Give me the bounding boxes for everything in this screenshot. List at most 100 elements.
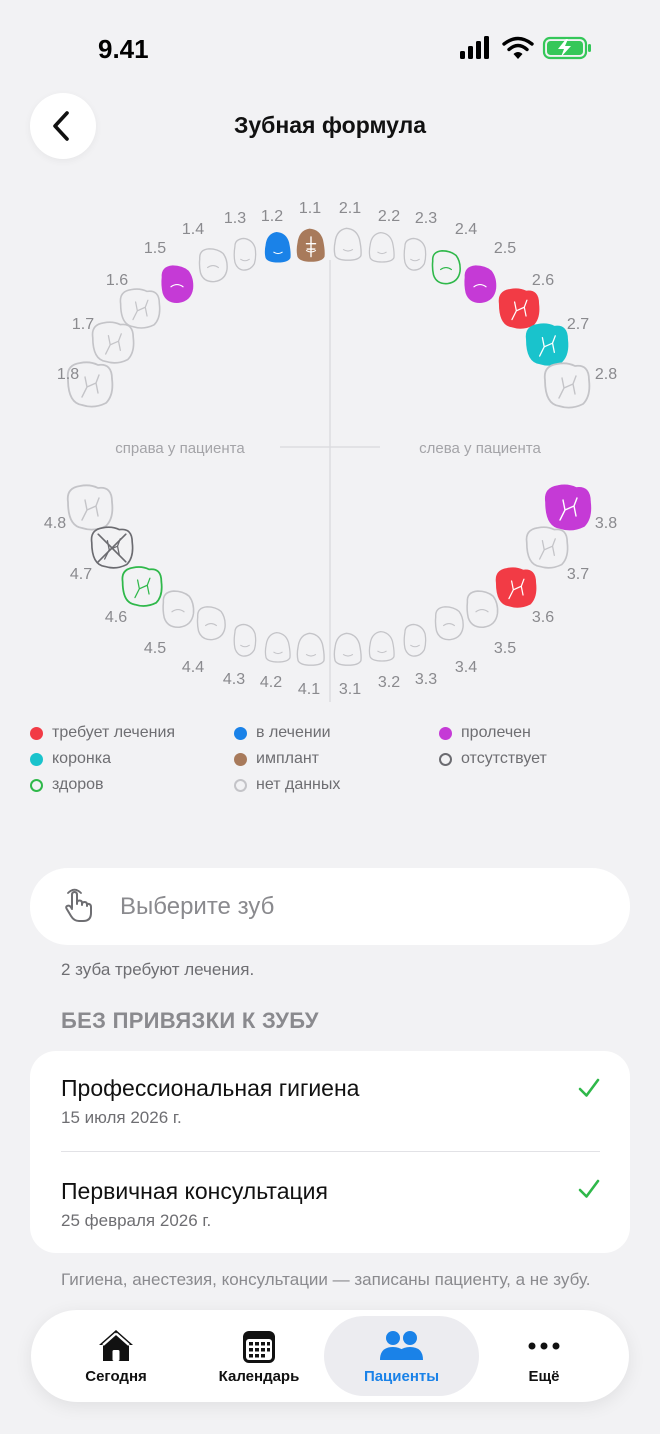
tooth-select-input[interactable] [120,868,600,945]
tooth-4-1[interactable] [296,632,325,666]
tab-today[interactable]: Сегодня [41,1316,191,1396]
tooth-3-8[interactable] [544,484,592,531]
tooth-3-7[interactable] [525,526,569,569]
tab-patients[interactable]: Пациенты [324,1316,479,1396]
legend-dot [439,726,452,740]
legend-dot [234,752,247,766]
tooth-4-6[interactable] [121,566,163,607]
tooth-number-label: 2.1 [339,200,361,217]
tooth-number-label: 3.5 [494,640,516,657]
legend-dot [30,752,43,766]
tooth-4-8[interactable] [66,484,114,531]
legend-item-needs-treatment: требует лечения [30,724,175,742]
treatment-hint: 2 зуба требуют лечения. [61,960,255,979]
section-header: БЕЗ ПРИВЯЗКИ К ЗУБУ [61,1008,319,1033]
tooth-number-label: 4.1 [298,681,320,698]
page-title: Зубная формула [233,112,427,138]
tooth-3-6[interactable] [495,567,537,608]
tooth-number-label: 3.7 [567,566,589,583]
tooth-4-5[interactable] [162,590,195,629]
tooth-1-2[interactable] [264,232,291,263]
tooth-3-5[interactable] [466,590,499,629]
tooth-2-3[interactable] [403,237,427,271]
tooth-number-label: 1.8 [57,366,79,383]
tooth-3-4[interactable] [434,606,464,641]
tooth-4-2[interactable] [264,631,291,663]
legend-item-treated: пролечен [439,724,531,742]
tooth-select-field[interactable] [30,868,630,945]
tooth-2-6[interactable] [498,288,540,329]
tooth-1-4[interactable] [198,248,228,283]
tooth-number-label: 2.4 [455,221,477,238]
tab-calendar[interactable]: Календарь [184,1316,334,1396]
tooth-4-3[interactable] [233,623,257,657]
tooth-number-label: 4.8 [44,515,66,532]
battery-charging-icon [542,36,591,60]
tooth-2-7[interactable] [525,323,569,366]
legend-item-healthy: здоров [30,776,104,794]
tooth-number-label: 1.1 [299,200,321,217]
tooth-2-4[interactable] [431,250,461,285]
tooth-number-label: 2.5 [494,240,516,257]
status-time: 9.41 [98,34,149,64]
house-icon [99,1330,133,1361]
legend-item-in-treatment: в лечении [234,724,331,742]
cellular-signal-icon [460,36,489,59]
tooth-1-3[interactable] [233,237,257,271]
dental-chart: справа у пациента слева у пациента 1.8 1.… [44,200,617,702]
legend: требует лечения в лечении пролечен корон… [30,724,630,804]
tooth-number-label: 3.6 [532,609,554,626]
legend-item-crown: коронка [30,750,111,768]
tooth-number-label: 3.3 [415,671,437,688]
ellipsis-icon [528,1342,560,1350]
procedure-title: Профессиональная гигиена [61,1075,360,1101]
tooth-3-2[interactable] [368,630,395,662]
tooth-number-label: 4.6 [105,609,127,626]
tooth-number-label: 4.2 [260,674,282,691]
tooth-1-6[interactable] [119,288,161,329]
tooth-2-8[interactable] [543,362,591,409]
tooth-number-label: 3.2 [378,674,400,691]
tooth-number-label: 3.8 [595,515,617,532]
tooth-number-label: 4.4 [182,659,204,676]
legend-dot [439,752,452,766]
right-side-label: справа у пациента [115,440,245,457]
list-item[interactable]: Профессиональная гигиена 15 июля 2026 г. [30,1051,630,1151]
tooth-number-label: 1.6 [106,272,128,289]
tooth-1-5[interactable] [161,265,194,303]
tooth-number-label: 1.5 [144,240,166,257]
tooth-1-7[interactable] [91,321,135,364]
tooth-3-1[interactable] [333,632,362,666]
legend-item-no-data: нет данных [234,776,340,794]
tooth-number-label: 3.4 [455,659,477,676]
tooth-1-1[interactable] [296,228,325,262]
footnote: Гигиена, анестезия, консультации — запис… [61,1270,591,1289]
tooth-3-3[interactable] [403,623,427,657]
tooth-number-label: 2.8 [595,366,617,383]
tooth-number-label: 4.7 [70,566,92,583]
tooth-number-label: 4.5 [144,640,166,657]
procedure-title: Первичная консультация [61,1178,328,1204]
procedure-date: 15 июля 2026 г. [61,1108,182,1127]
tooth-number-label: 1.7 [72,316,94,333]
procedure-date: 25 февраля 2026 г. [61,1211,212,1230]
tooth-number-label: 4.3 [223,671,245,688]
calendar-icon [243,1331,275,1363]
tooth-4-4[interactable] [196,606,226,641]
tooth-2-2[interactable] [368,231,395,263]
legend-item-implant: имплант [234,750,319,768]
tooth-2-5[interactable] [464,265,497,303]
tooth-number-label: 2.3 [415,210,437,227]
legend-item-missing: отсутствует [439,750,547,768]
tab-bar: Сегодня Календарь Пациенты Ещё [31,1310,629,1402]
status-icons [460,34,600,62]
tooth-2-1[interactable] [333,227,362,261]
checkmark-icon [578,1179,600,1198]
checkmark-icon [578,1078,600,1097]
people-icon [380,1331,423,1360]
wifi-icon [502,36,534,59]
tooth-number-label: 1.2 [261,208,283,225]
tooth-4-7[interactable] [90,526,134,569]
tab-more[interactable]: Ещё [469,1316,619,1396]
list-item[interactable]: Первичная консультация 25 февраля 2026 г… [30,1152,630,1252]
